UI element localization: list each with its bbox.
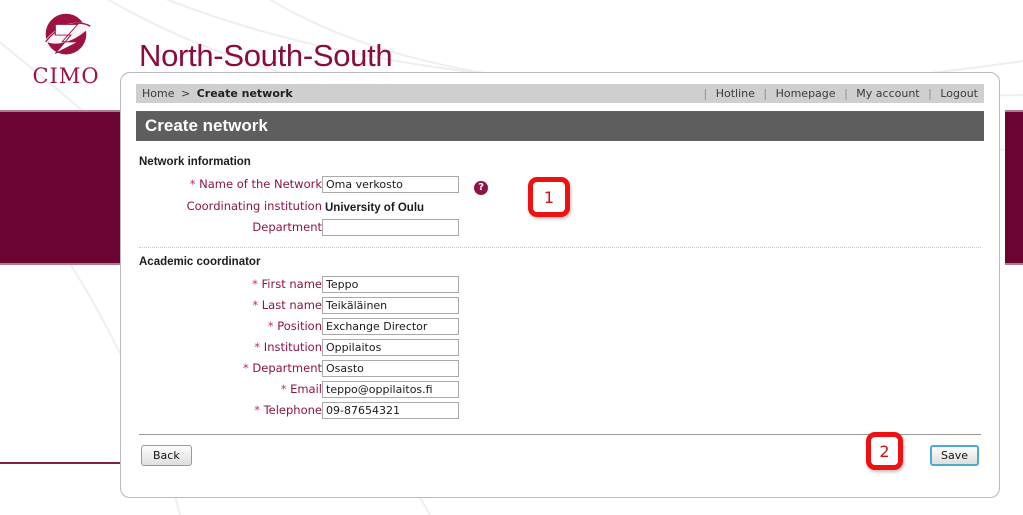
- network-information-fields: * Name of the Network ? Coordinating ins…: [136, 173, 489, 237]
- required-asterisk: *: [252, 276, 258, 291]
- right-maroon-band: [1005, 110, 1023, 265]
- institution-input[interactable]: [322, 339, 459, 356]
- label-network-department: Department: [252, 219, 322, 234]
- page-title: Create network: [145, 116, 268, 135]
- last-name-input[interactable]: [322, 297, 459, 314]
- field-row-last-name: * Last name: [136, 294, 459, 315]
- label-institution: * Institution: [254, 339, 322, 354]
- label-coordinator-department: * Department: [243, 360, 322, 375]
- field-row-first-name: * First name: [136, 273, 459, 294]
- label-name-of-the-network: * Name of the Network: [189, 177, 322, 191]
- required-asterisk: *: [254, 402, 260, 417]
- link-divider: |: [763, 87, 768, 100]
- form-button-row: Back Save: [136, 445, 984, 466]
- academic-coordinator-fields: * First name * Last name * P: [136, 273, 459, 420]
- left-maroon-band: [0, 110, 133, 265]
- breadcrumb-current: Create network: [196, 87, 293, 100]
- label-position: * Position: [267, 318, 322, 333]
- button-row-divider: [139, 434, 981, 435]
- field-row-telephone: * Telephone: [136, 399, 459, 420]
- link-divider: |: [844, 87, 848, 100]
- network-department-input[interactable]: [322, 219, 459, 236]
- name-of-the-network-input[interactable]: [322, 176, 459, 193]
- required-asterisk: *: [189, 177, 196, 191]
- save-button[interactable]: Save: [929, 445, 979, 466]
- required-asterisk: *: [252, 297, 259, 312]
- label-last-name: * Last name: [252, 297, 322, 312]
- cimo-globe-z-logo-icon: [44, 13, 92, 55]
- cimo-wordmark: CIMO: [32, 64, 100, 88]
- label-email: * Email: [280, 381, 322, 396]
- breadcrumb: Home > Create network: [142, 87, 293, 100]
- required-asterisk: *: [267, 318, 274, 333]
- field-row-network-department: Department: [136, 216, 488, 237]
- field-row-name-of-the-network: * Name of the Network ?: [136, 173, 489, 195]
- coordinator-department-input[interactable]: [322, 360, 459, 377]
- page-header-bar: Create network: [136, 111, 984, 141]
- link-divider: |: [703, 87, 708, 100]
- site-title: North-South-South: [139, 38, 393, 73]
- field-row-coordinator-department: * Department: [136, 357, 459, 378]
- question-mark-icon[interactable]: ?: [474, 181, 489, 195]
- annotation-badge-2: 2: [866, 432, 903, 470]
- maroon-horizontal-rule: [0, 462, 136, 464]
- section-divider: [139, 247, 981, 248]
- link-homepage[interactable]: Homepage: [776, 87, 836, 100]
- position-input[interactable]: [322, 318, 459, 335]
- cimo-logo: CIMO: [14, 6, 118, 87]
- label-telephone: * Telephone: [254, 402, 322, 417]
- section-title-academic-coordinator: Academic coordinator: [139, 256, 261, 268]
- section-title-network-information: Network information: [139, 156, 251, 168]
- field-row-position: * Position: [136, 315, 459, 336]
- breadcrumb-bar: Home > Create network | Hotline | Homepa…: [136, 84, 984, 103]
- breadcrumb-home[interactable]: Home: [142, 87, 174, 100]
- required-asterisk: *: [280, 381, 287, 396]
- top-links: | Hotline | Homepage | My account | Logo…: [698, 87, 978, 100]
- link-logout[interactable]: Logout: [940, 87, 978, 100]
- link-hotline[interactable]: Hotline: [716, 87, 755, 100]
- back-button[interactable]: Back: [141, 445, 192, 466]
- email-input[interactable]: [322, 381, 459, 398]
- required-asterisk: *: [243, 360, 249, 375]
- link-my-account[interactable]: My account: [856, 87, 919, 100]
- field-row-email: * Email: [136, 378, 459, 399]
- field-row-coordinating-institution: Coordinating institution University of O…: [136, 195, 488, 216]
- breadcrumb-separator: >: [180, 87, 191, 100]
- first-name-input[interactable]: [322, 276, 459, 293]
- annotation-badge-1: 1: [528, 177, 570, 217]
- coordinating-institution-value: University of Oulu: [325, 202, 425, 214]
- label-coordinating-institution: Coordinating institution: [186, 198, 322, 213]
- link-divider: |: [928, 87, 932, 100]
- telephone-input[interactable]: [322, 402, 459, 419]
- required-asterisk: *: [254, 339, 261, 354]
- field-row-institution: * Institution: [136, 336, 459, 357]
- label-first-name: * First name: [252, 276, 322, 291]
